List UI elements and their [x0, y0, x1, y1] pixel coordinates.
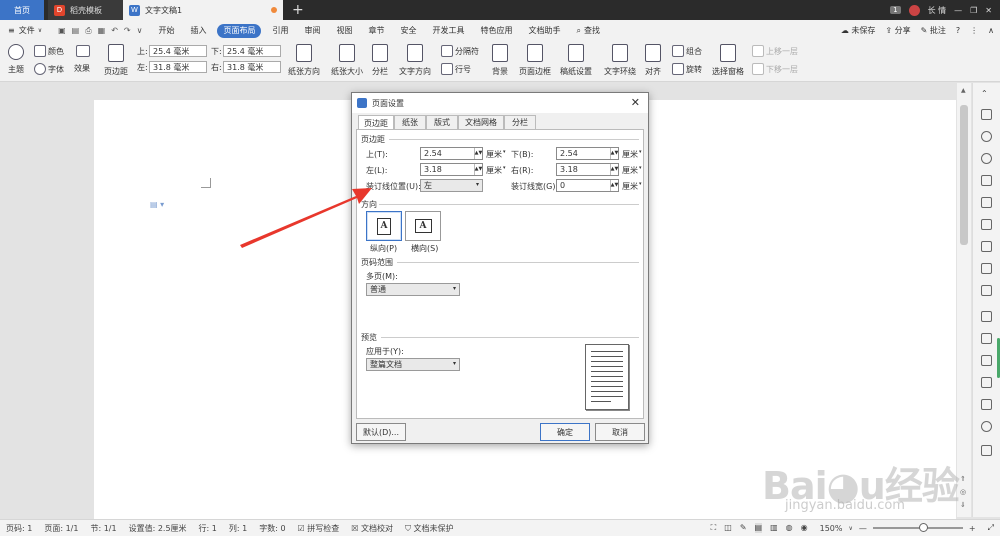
red-arrow-shape	[240, 188, 372, 248]
baidu-watermark-url: jingyan.baidu.com	[785, 498, 905, 513]
